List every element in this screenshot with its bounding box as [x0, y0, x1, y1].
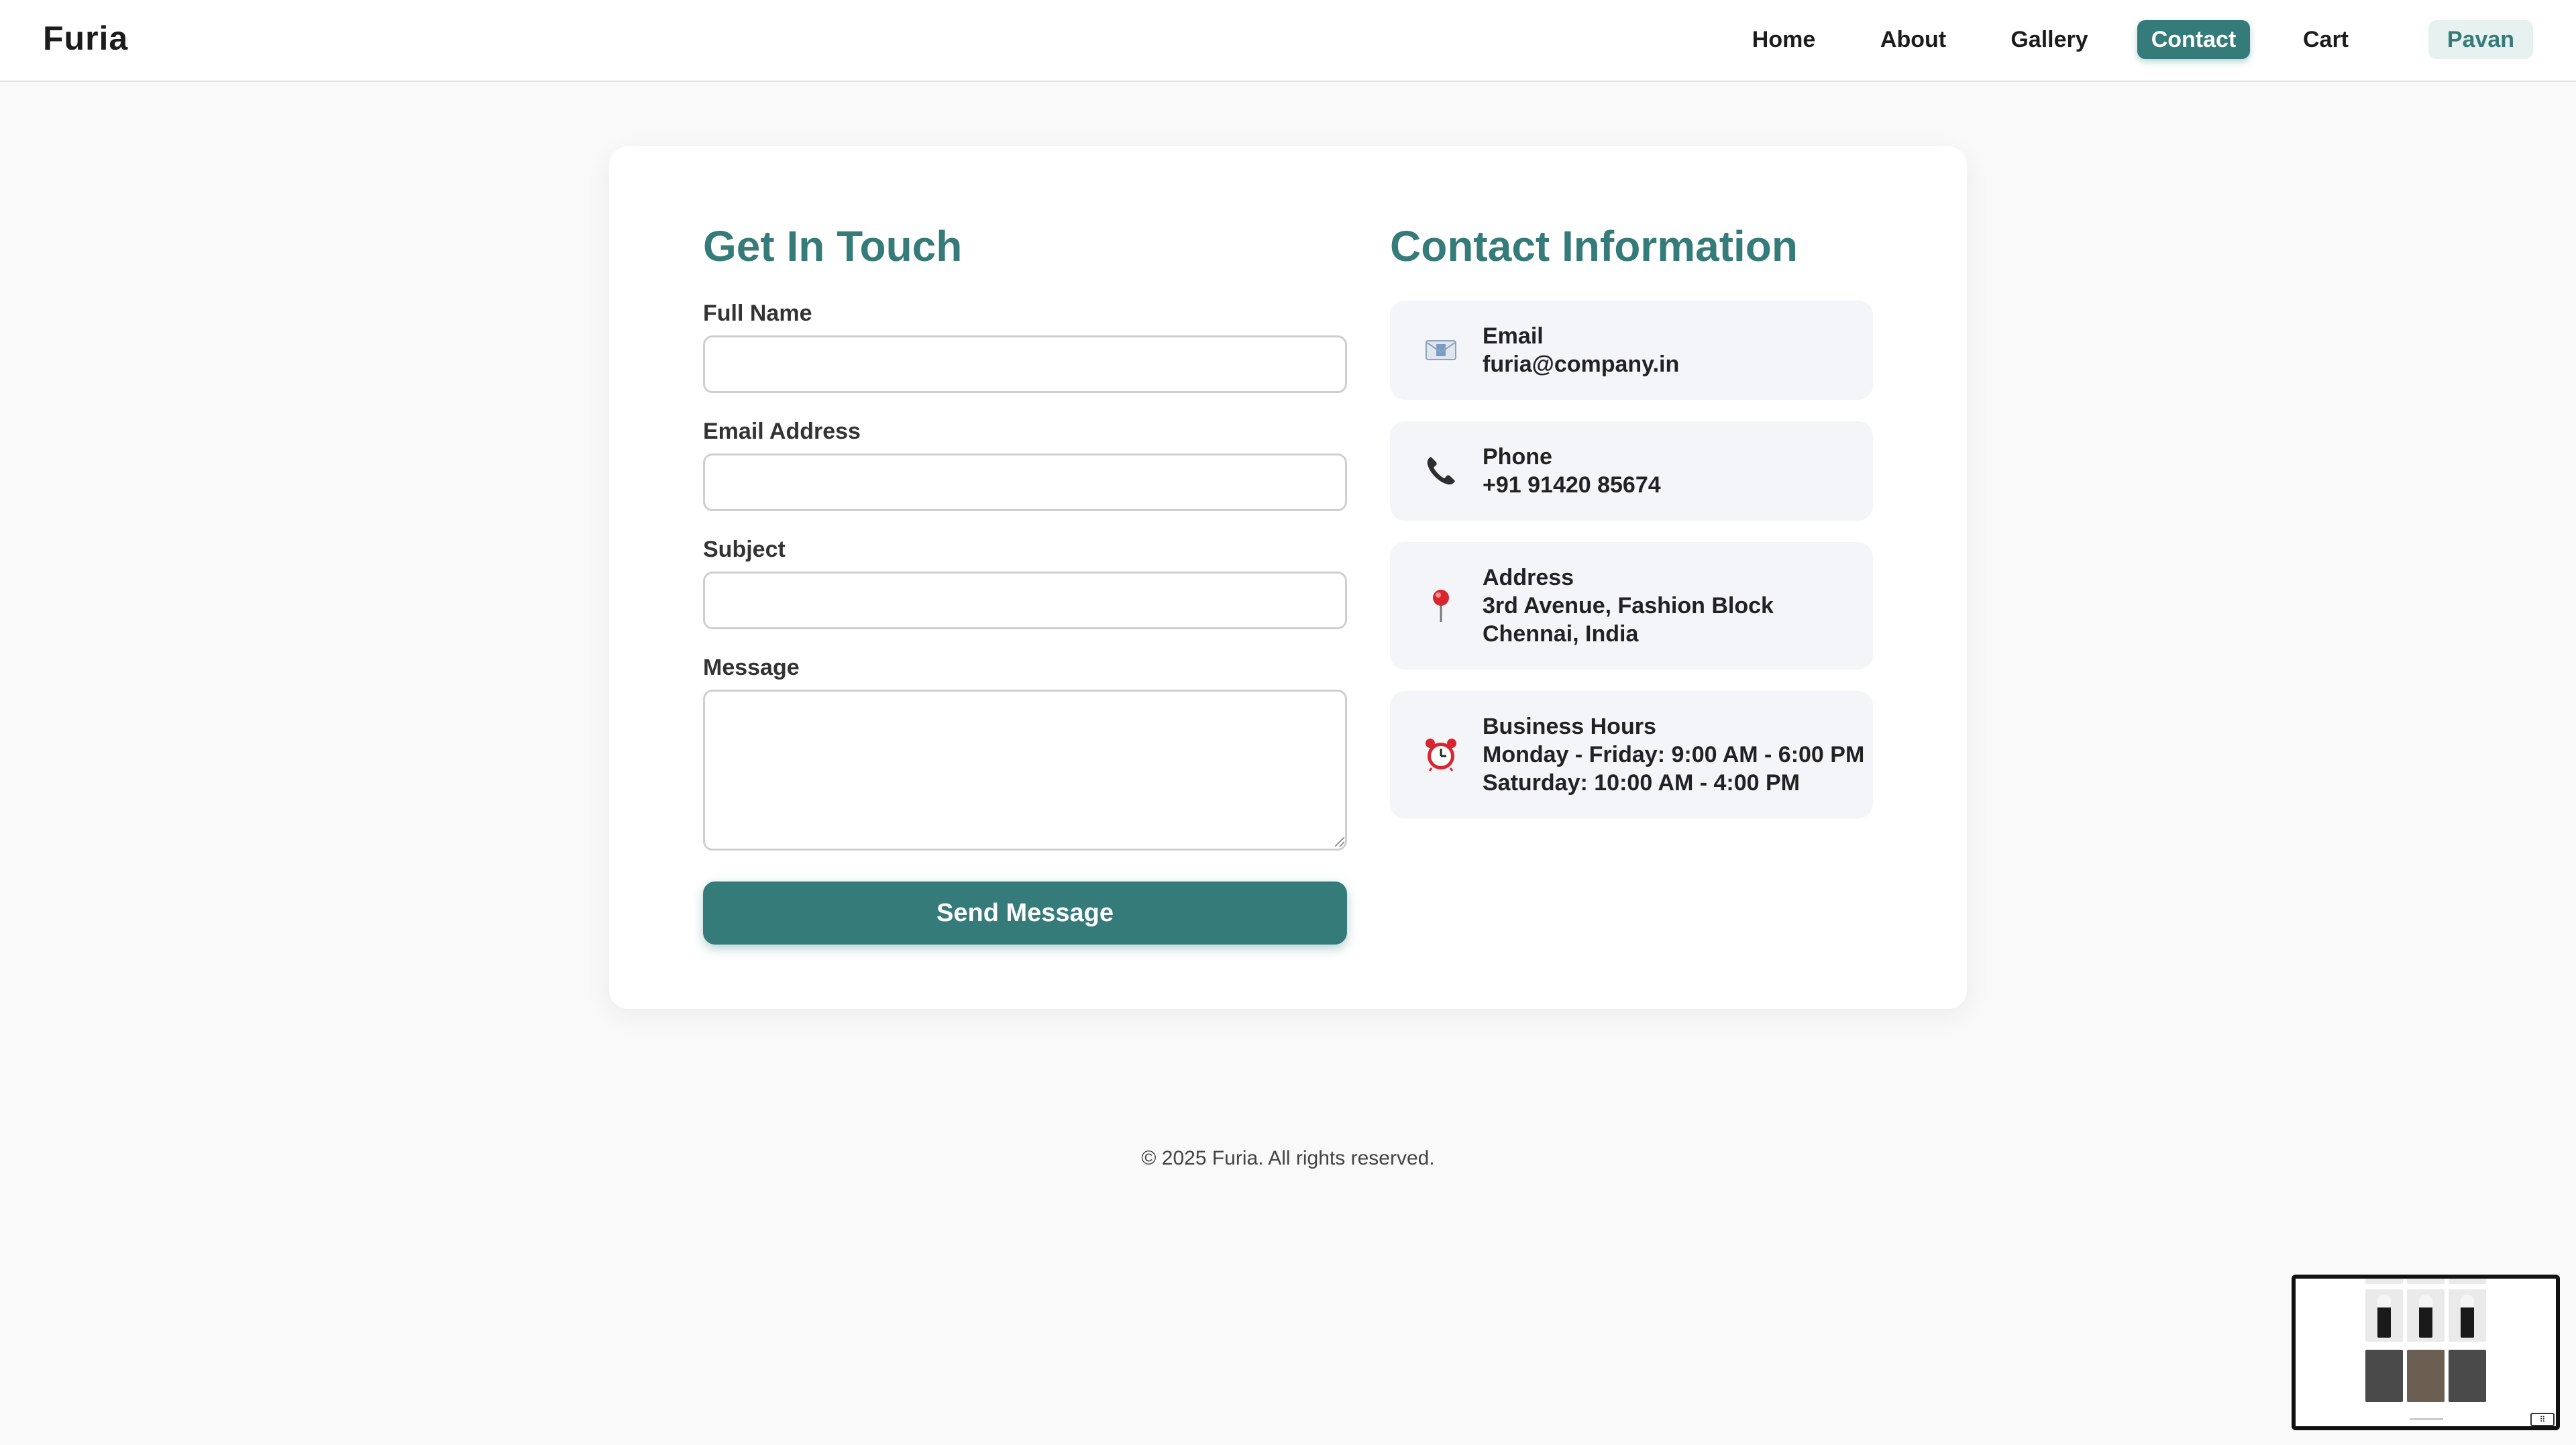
- email-address-label: Email Address: [703, 419, 861, 444]
- thumbnail-image: [2407, 1279, 2445, 1284]
- address-line-2: Chennai, India: [1483, 621, 1639, 647]
- thumbnail-image: [2449, 1279, 2486, 1284]
- nav-links: Home About Gallery Contact Cart Pavan: [0, 20, 2576, 59]
- thumbnail-image: [2449, 1350, 2486, 1402]
- email-label: Email: [1483, 323, 1544, 349]
- thumbnail-image: [2365, 1350, 2403, 1402]
- full-name-label: Full Name: [703, 301, 812, 326]
- nav-contact-link[interactable]: Contact: [2137, 20, 2250, 59]
- textarea-resize-handle[interactable]: [1335, 837, 1344, 847]
- contact-info-hours: Business Hours Monday - Friday: 9:00 AM …: [1390, 691, 1873, 818]
- message-textarea[interactable]: [703, 690, 1347, 851]
- alarm-clock-icon: [1422, 736, 1460, 773]
- map-pin-icon: [1422, 587, 1460, 625]
- page-preview-thumbnail[interactable]: ⠿: [2292, 1275, 2560, 1430]
- phone-label: Phone: [1483, 444, 1552, 470]
- hours-label: Business Hours: [1483, 714, 1656, 739]
- nav-home-link[interactable]: Home: [1741, 20, 1826, 59]
- subject-input[interactable]: [703, 572, 1347, 629]
- thumbnail-image: [2449, 1289, 2486, 1342]
- contact-info-phone: Phone +91 91420 85674: [1390, 421, 1873, 521]
- thumbnail-image: [2407, 1289, 2445, 1342]
- thumbnail-footer-line: [2410, 1418, 2443, 1420]
- contact-card: Get In Touch Full Name Email Address Sub…: [609, 146, 1967, 1009]
- thumbnail-image: [2365, 1279, 2403, 1284]
- envelope-icon: [1422, 331, 1460, 369]
- send-message-button[interactable]: Send Message: [703, 881, 1347, 945]
- hours-weekdays: Monday - Friday: 9:00 AM - 6:00 PM: [1483, 742, 1865, 767]
- contact-info-address: Address 3rd Avenue, Fashion Block Chenna…: [1390, 542, 1873, 670]
- form-title: Get In Touch: [703, 222, 963, 270]
- full-name-input[interactable]: [703, 335, 1347, 393]
- nav-cart-link[interactable]: Cart: [2294, 20, 2357, 59]
- contact-info-title: Contact Information: [1390, 222, 1798, 270]
- user-profile-button[interactable]: Pavan: [2428, 20, 2533, 59]
- phone-value: +91 91420 85674: [1483, 472, 1661, 498]
- thumbnail-expand-icon[interactable]: ⠿: [2530, 1413, 2555, 1426]
- contact-info-email: Email furia@company.in: [1390, 301, 1873, 400]
- address-label: Address: [1483, 565, 1574, 590]
- email-value: furia@company.in: [1483, 352, 1680, 377]
- thumbnail-image: [2365, 1289, 2403, 1342]
- nav-about-link[interactable]: About: [1876, 20, 1951, 59]
- phone-icon: [1422, 452, 1460, 490]
- top-navbar: Furia Home About Gallery Contact Cart Pa…: [0, 0, 2576, 82]
- subject-label: Subject: [703, 537, 786, 562]
- address-line-1: 3rd Avenue, Fashion Block: [1483, 593, 1774, 619]
- nav-gallery-link[interactable]: Gallery: [2006, 20, 2093, 59]
- message-label: Message: [703, 655, 800, 680]
- footer-copyright: © 2025 Furia. All rights reserved.: [1141, 1147, 1435, 1169]
- email-address-input[interactable]: [703, 453, 1347, 511]
- thumbnail-image: [2407, 1350, 2445, 1402]
- hours-saturday: Saturday: 10:00 AM - 4:00 PM: [1483, 770, 1800, 796]
